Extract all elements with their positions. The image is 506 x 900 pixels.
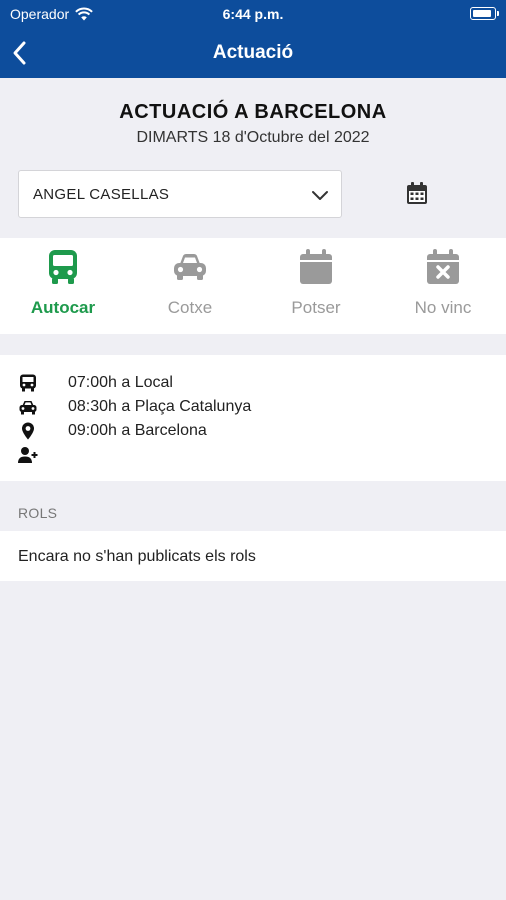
status-bar: Operador 6:44 p.m. [0, 0, 506, 28]
bus-icon [49, 250, 77, 284]
member-select[interactable]: ANGEL CASELLAS [18, 170, 342, 218]
calendar-x-icon [427, 249, 459, 284]
detail-row-car: 08:30h a Plaça Catalunya [0, 395, 506, 419]
car-icon [19, 401, 37, 415]
chevron-down-icon [312, 191, 328, 200]
page-title: Actuació [212, 42, 294, 63]
option-label: No vinc [414, 298, 472, 317]
option-potser[interactable]: Potser [253, 238, 379, 334]
car-icon [174, 254, 206, 280]
roles-box: Encara no s'han publicats els rols [0, 531, 506, 581]
detail-row-departure: 07:00h a Local [0, 371, 506, 395]
roles-empty-message: Encara no s'han publicats els rols [18, 548, 256, 565]
map-pin-icon [22, 422, 34, 440]
option-label: Potser [291, 298, 341, 317]
roles-section-header: ROLS [18, 505, 58, 521]
navigation-bar: Actuació [0, 28, 506, 78]
option-label: Cotxe [167, 298, 213, 317]
event-date: DIMARTS 18 d'Octubre del 2022 [136, 129, 370, 146]
member-select-value: ANGEL CASELLAS [33, 186, 170, 203]
event-title: ACTUACIÓ A BARCELONA [119, 101, 387, 123]
calendar-icon [300, 249, 332, 284]
option-cotxe[interactable]: Cotxe [127, 238, 253, 334]
detail-row-destination: 09:00h a Barcelona [0, 419, 506, 443]
detail-text: 07:00h a Local [68, 374, 173, 391]
option-no-vinc[interactable]: No vinc [380, 238, 506, 334]
detail-text: 09:00h a Barcelona [68, 422, 207, 439]
user-plus-icon [18, 447, 38, 463]
detail-row-add-person[interactable] [0, 443, 506, 467]
battery-icon [470, 7, 499, 20]
option-autocar[interactable]: Autocar [0, 238, 126, 334]
transport-options: Autocar Cotxe Potser No vinc [0, 238, 506, 334]
event-details: 07:00h a Local 08:30h a Plaça Catalunya … [0, 355, 506, 481]
option-label: Autocar [30, 298, 96, 317]
status-time: 6:44 p.m. [222, 6, 284, 22]
calendar-icon[interactable] [402, 179, 432, 209]
bus-icon [20, 374, 36, 392]
detail-text: 08:30h a Plaça Catalunya [68, 398, 252, 415]
